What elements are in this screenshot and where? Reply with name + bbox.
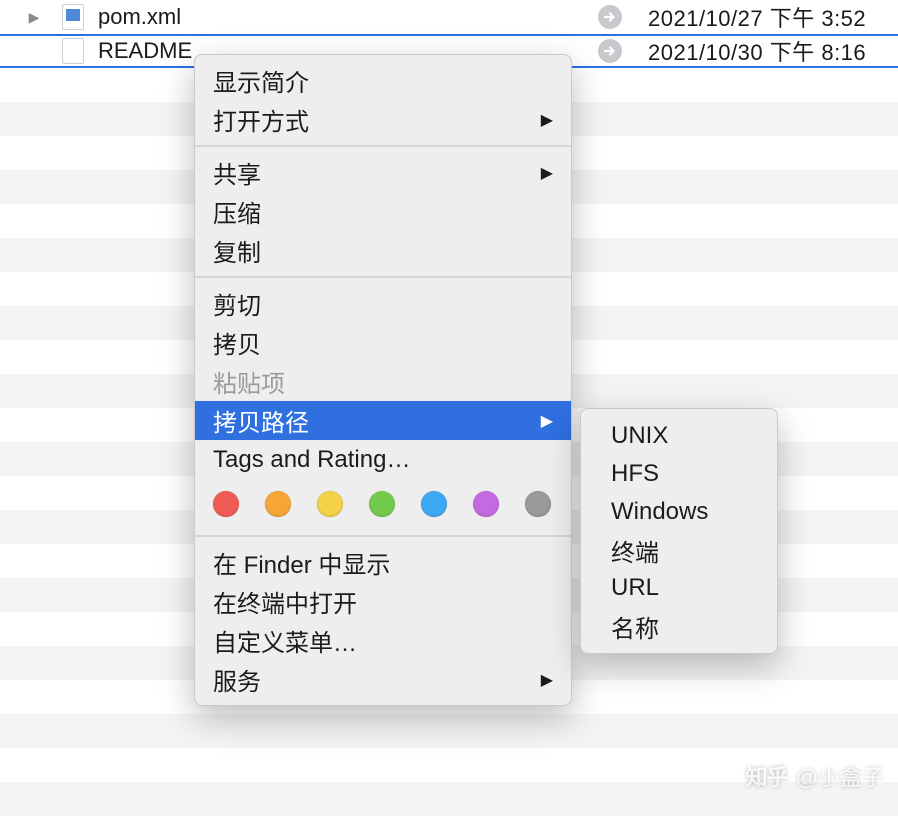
menu-cut[interactable]: 剪切 (195, 284, 571, 323)
file-date: 2021/10/30 下午 8:16 (648, 35, 898, 67)
menu-separator (195, 535, 571, 537)
copy-path-submenu: UNIXHFSWindows终端URL名称 (580, 408, 778, 654)
arrow-right-icon[interactable] (598, 39, 622, 63)
color-swatch-1[interactable] (265, 491, 291, 517)
submenu-item-4[interactable]: URL (581, 569, 777, 607)
color-swatch-0[interactable] (213, 491, 239, 517)
chevron-right-icon: ▶ (541, 411, 553, 431)
empty-row (0, 714, 898, 748)
color-swatch-4[interactable] (421, 491, 447, 517)
file-icon (62, 4, 84, 30)
submenu-item-0[interactable]: UNIX (581, 417, 777, 455)
menu-duplicate[interactable]: 复制 (195, 231, 571, 270)
menu-show-in-finder[interactable]: 在 Finder 中显示 (195, 543, 571, 582)
menu-custom-menu[interactable]: 自定义菜单… (195, 621, 571, 660)
file-date: 2021/10/27 下午 3:52 (648, 1, 898, 33)
submenu-item-1[interactable]: HFS (581, 455, 777, 493)
color-tag-row (195, 479, 571, 529)
watermark: 知乎 @小盒子 (746, 760, 884, 792)
submenu-item-5[interactable]: 名称 (581, 607, 777, 645)
menu-copy[interactable]: 拷贝 (195, 323, 571, 362)
menu-show-info[interactable]: 显示简介 (195, 61, 571, 100)
chevron-right-icon: ▶ (541, 110, 553, 130)
color-swatch-6[interactable] (525, 491, 551, 517)
chevron-right-icon[interactable]: ▶ (20, 9, 48, 26)
chevron-right-icon: ▶ (541, 163, 553, 183)
menu-separator (195, 276, 571, 278)
menu-services[interactable]: 服务▶ (195, 660, 571, 699)
file-name: pom.xml (98, 4, 598, 30)
file-icon (62, 38, 84, 64)
watermark-author: @小盒子 (796, 760, 884, 792)
arrow-right-icon[interactable] (598, 5, 622, 29)
menu-share[interactable]: 共享▶ (195, 153, 571, 192)
zhihu-logo-text: 知乎 (746, 760, 788, 792)
color-swatch-3[interactable] (369, 491, 395, 517)
menu-open-in-terminal[interactable]: 在终端中打开 (195, 582, 571, 621)
submenu-item-3[interactable]: 终端 (581, 531, 777, 569)
color-swatch-2[interactable] (317, 491, 343, 517)
menu-copy-path[interactable]: 拷贝路径▶ (195, 401, 571, 440)
menu-tags-rating[interactable]: Tags and Rating… (195, 440, 571, 479)
chevron-right-icon: ▶ (541, 670, 553, 690)
menu-separator (195, 145, 571, 147)
submenu-item-2[interactable]: Windows (581, 493, 777, 531)
file-row-pom[interactable]: ▶ pom.xml 2021/10/27 下午 3:52 (0, 0, 898, 34)
color-swatch-5[interactable] (473, 491, 499, 517)
menu-compress[interactable]: 压缩 (195, 192, 571, 231)
context-menu: 显示简介 打开方式▶ 共享▶ 压缩 复制 剪切 拷贝 粘贴项 拷贝路径▶ Tag… (194, 54, 572, 706)
menu-paste-item: 粘贴项 (195, 362, 571, 401)
menu-open-with[interactable]: 打开方式▶ (195, 100, 571, 139)
